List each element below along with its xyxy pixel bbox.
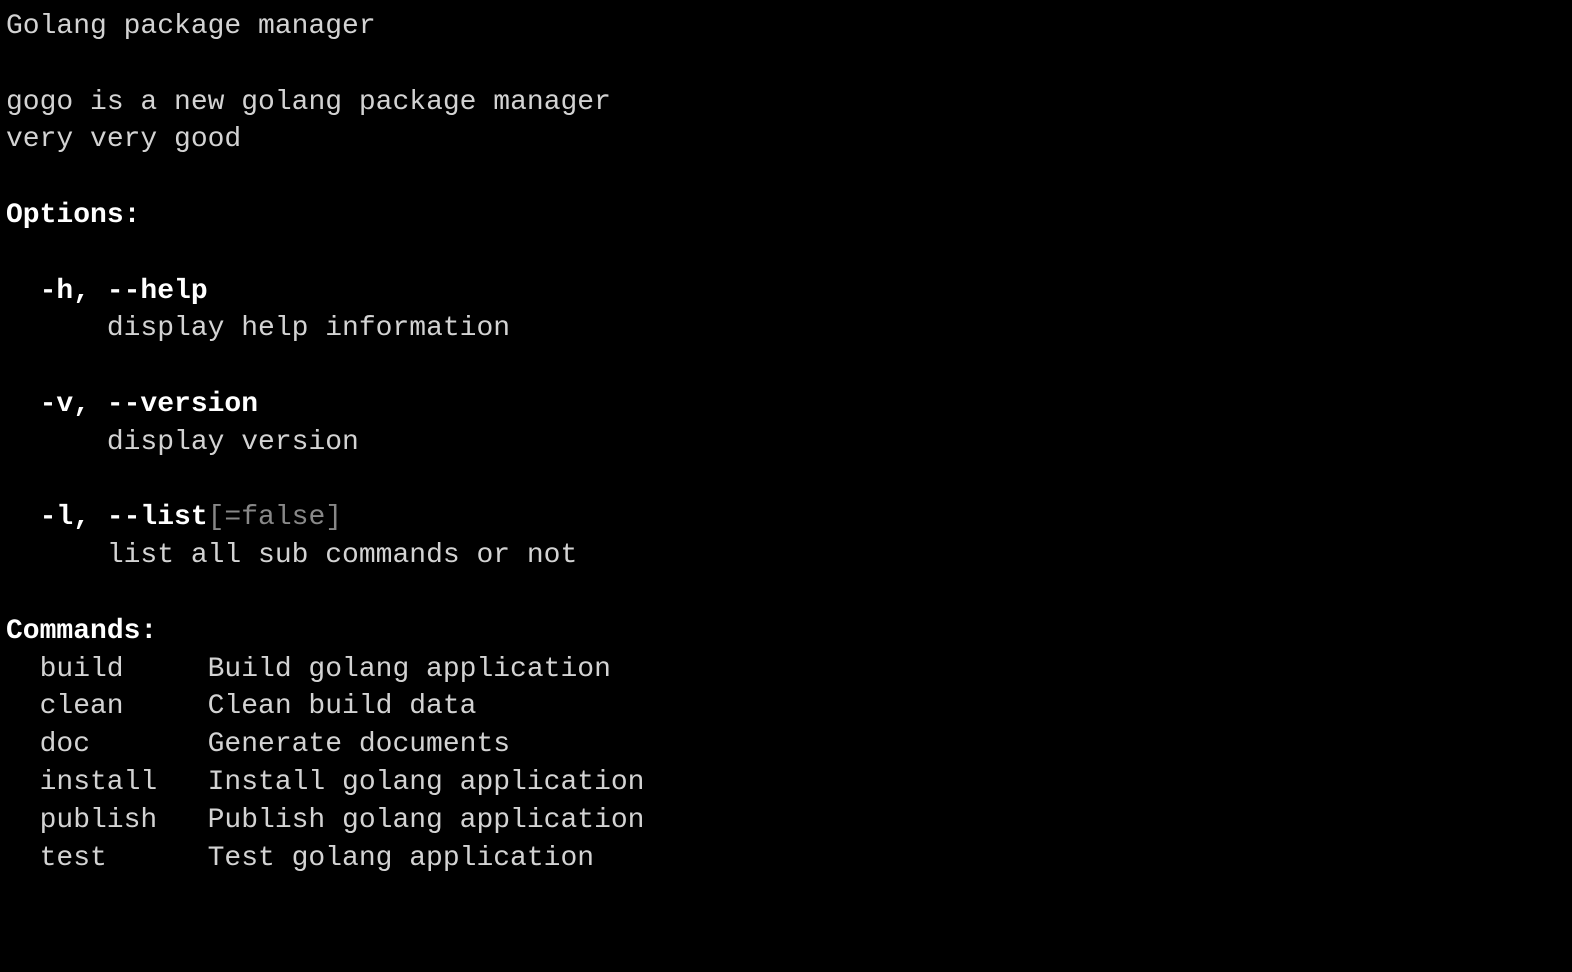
commands-header: Commands: [6,613,1566,651]
app-title: Golang package manager [6,8,1566,46]
option-description: display help information [107,310,1566,348]
command-name: install [40,764,208,802]
command-name: test [40,840,208,878]
command-name: clean [40,688,208,726]
blank-line [6,348,1566,386]
command-description: Build golang application [208,654,611,685]
command-description: Install golang application [208,767,645,798]
command-name: doc [40,726,208,764]
command-description: Clean build data [208,691,477,722]
option-flags: -h, --help [40,273,1566,311]
option-item: -h, --help display help information [6,273,1566,349]
command-item: buildBuild golang application [40,651,1566,689]
option-flag-text: -l, --list [40,502,208,533]
command-item: testTest golang application [40,840,1566,878]
blank-line [6,462,1566,500]
option-flag-text: -h, --help [40,276,208,307]
blank-line [6,46,1566,84]
option-item: -v, --version display version [6,386,1566,462]
blank-line [6,575,1566,613]
command-item: cleanClean build data [40,688,1566,726]
option-item: -l, --list[=false] list all sub commands… [6,499,1566,575]
command-name: publish [40,802,208,840]
command-name: build [40,651,208,689]
command-description: Publish golang application [208,805,645,836]
description-line-2: very very good [6,121,1566,159]
option-flag-text: -v, --version [40,389,258,420]
options-header: Options: [6,197,1566,235]
option-flags: -v, --version [40,386,1566,424]
option-default: [=false] [208,502,342,533]
option-flags: -l, --list[=false] [40,499,1566,537]
terminal-output: Golang package manager gogo is a new gol… [6,8,1566,877]
command-item: docGenerate documents [40,726,1566,764]
option-description: list all sub commands or not [107,537,1566,575]
command-description: Generate documents [208,729,510,760]
blank-line [6,235,1566,273]
command-description: Test golang application [208,843,594,874]
blank-line [6,159,1566,197]
command-item: publishPublish golang application [40,802,1566,840]
description-line-1: gogo is a new golang package manager [6,84,1566,122]
option-description: display version [107,424,1566,462]
command-item: installInstall golang application [40,764,1566,802]
